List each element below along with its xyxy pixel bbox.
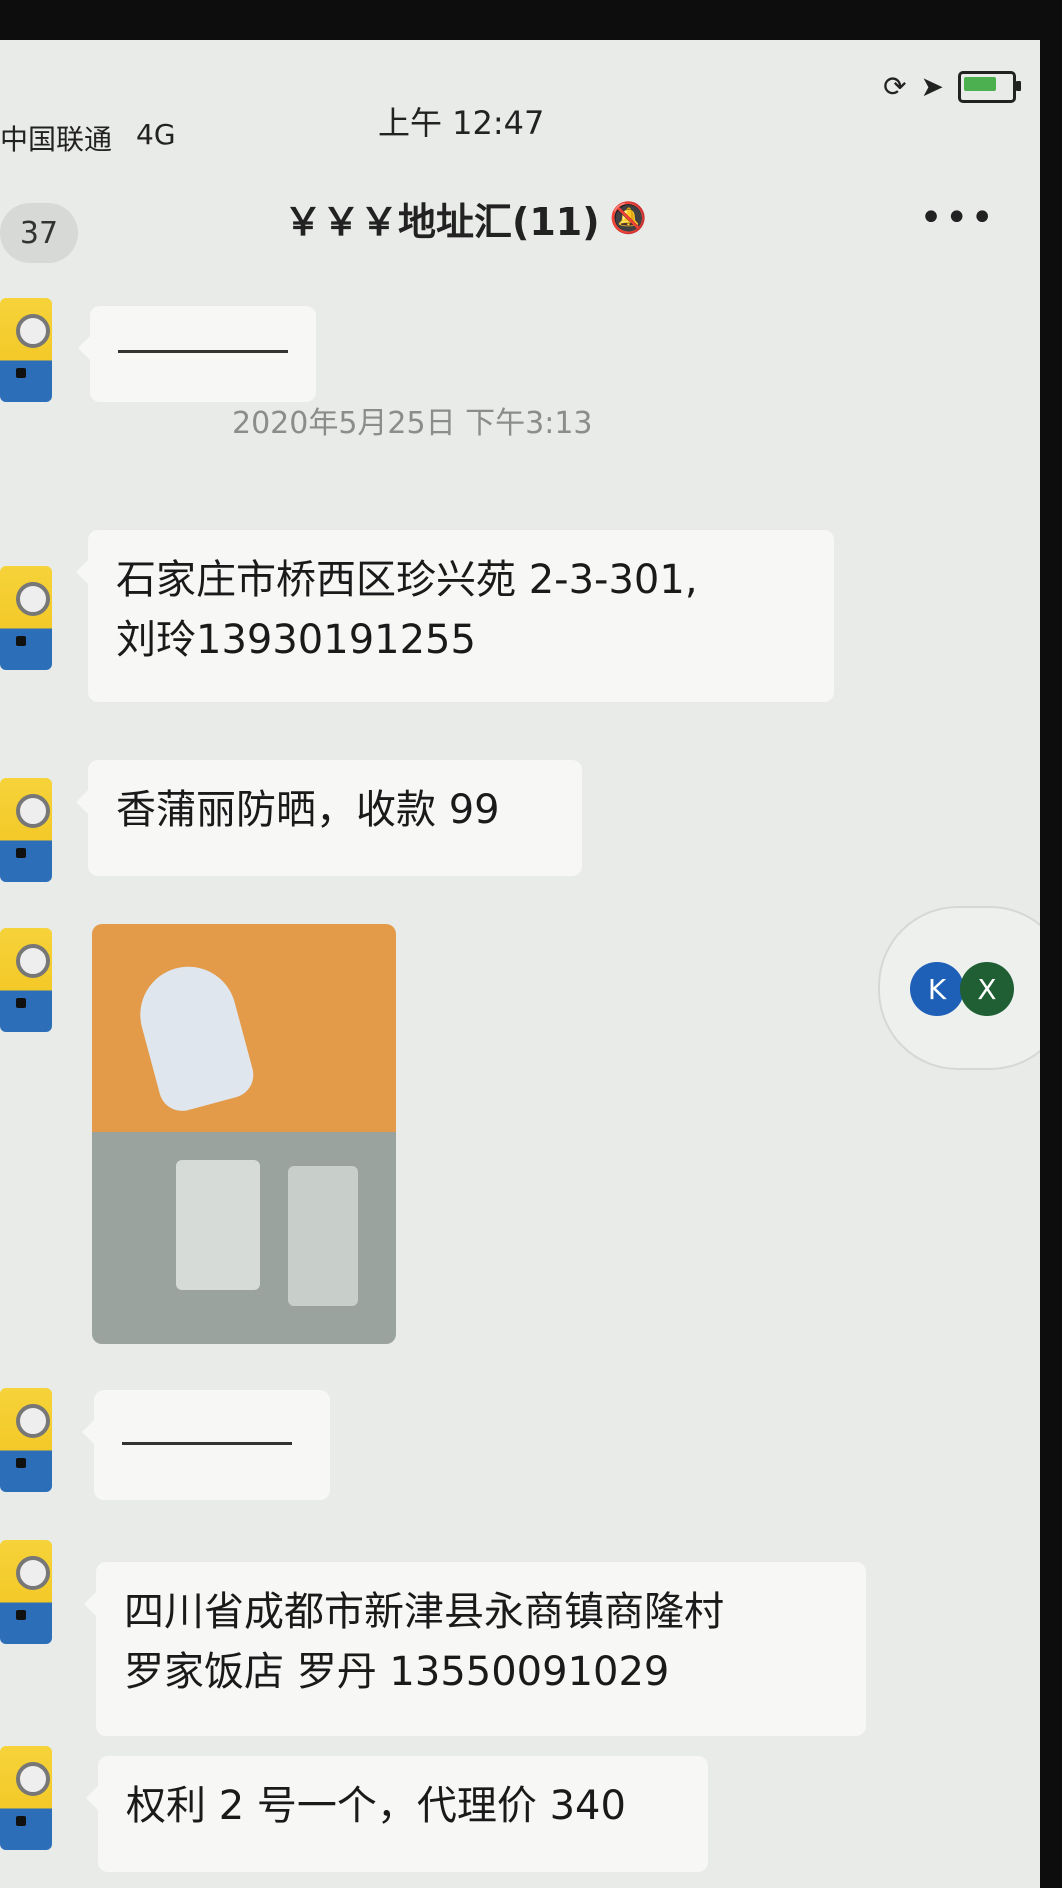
image-message[interactable] — [92, 924, 396, 1344]
avatar[interactable] — [0, 1388, 52, 1492]
chat-title: ￥￥￥地址汇(11) — [284, 200, 600, 244]
chat-screen: 中国联通 4G 上午 12:47 ⟳ ➤ 37 ￥￥￥地址汇(11) 🔕 •••… — [0, 40, 1040, 1888]
message-bubble[interactable]: 香蒲丽防晒，收款 99 — [76, 760, 582, 876]
dash-line — [122, 1442, 292, 1445]
message-bubble[interactable] — [82, 1390, 330, 1500]
message-timestamp: 2020年5月25日 下午3:13 — [232, 406, 593, 441]
avatar[interactable] — [0, 778, 52, 882]
unread-count: 37 — [19, 215, 59, 251]
avatar[interactable] — [0, 1540, 52, 1644]
message-bubble[interactable]: 石家庄市桥西区珍兴苑 2-3-301, 刘玲13930191255 — [76, 530, 834, 702]
app-k-icon[interactable]: K — [910, 962, 964, 1016]
dash-line — [118, 350, 288, 353]
avatar[interactable] — [0, 566, 52, 670]
message-bubble[interactable]: 权利 2 号一个，代理价 340 — [86, 1756, 708, 1872]
chat-title-wrap[interactable]: ￥￥￥地址汇(11) 🔕 — [284, 191, 647, 246]
floating-app-switcher[interactable]: K X — [878, 906, 1040, 1070]
avatar[interactable] — [0, 928, 52, 1032]
location-arrow-icon: ➤ — [920, 70, 944, 103]
avatar[interactable] — [0, 1746, 52, 1850]
avatar[interactable] — [0, 298, 52, 402]
orientation-lock-icon: ⟳ — [883, 70, 907, 103]
status-icons: ⟳ ➤ — [883, 70, 1021, 103]
status-bar: 中国联通 4G 上午 12:47 ⟳ ➤ — [0, 40, 1040, 156]
message-bubble[interactable]: 四川省成都市新津县永商镇商隆村 罗家饭店 罗丹 13550091029 — [84, 1562, 866, 1736]
mute-bell-icon: 🔕 — [609, 201, 647, 236]
chat-header: 37 ￥￥￥地址汇(11) 🔕 ••• — [0, 135, 1040, 265]
more-button[interactable]: ••• — [919, 195, 996, 241]
message-text: 石家庄市桥西区珍兴苑 2-3-301, 刘玲13930191255 — [116, 557, 698, 663]
message-text: 香蒲丽防晒，收款 99 — [116, 787, 500, 833]
close-x-icon[interactable]: X — [960, 962, 1014, 1016]
message-text: 权利 2 号一个，代理价 340 — [126, 1783, 626, 1829]
battery-charging-icon — [958, 70, 1021, 103]
image-bottom-photo — [92, 1132, 396, 1344]
back-button[interactable]: 37 — [0, 203, 78, 263]
message-text: 四川省成都市新津县永商镇商隆村 罗家饭店 罗丹 13550091029 — [124, 1589, 724, 1695]
message-bubble[interactable] — [78, 306, 316, 402]
image-top-photo — [92, 924, 396, 1132]
